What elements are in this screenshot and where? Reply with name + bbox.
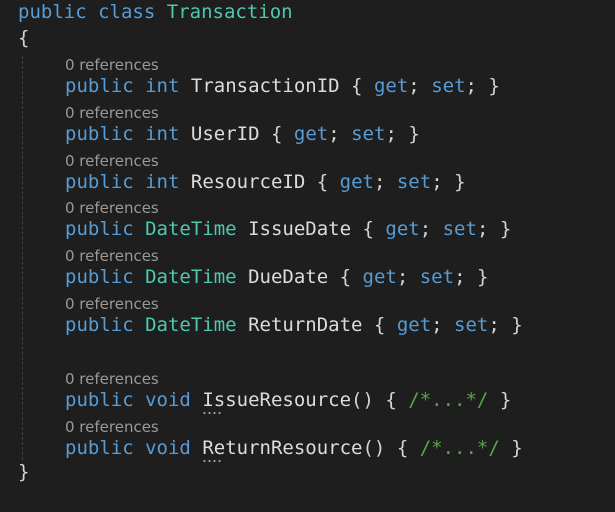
method-modifier: public (65, 437, 134, 459)
property-type: DateTime (145, 314, 237, 336)
property-type: int (145, 123, 180, 145)
property-modifier: public (65, 218, 134, 240)
property-line-resourceid[interactable]: public int ResourceID { get; set; } (65, 170, 466, 194)
class-open-brace: { (18, 27, 30, 49)
keyword-class: class (98, 1, 156, 23)
collapsed-body-comment[interactable]: /*...*/ (408, 389, 488, 411)
property-name[interactable]: IssueDate (248, 218, 351, 240)
codelens-references[interactable]: 0 references (65, 295, 159, 313)
property-name[interactable]: TransactionID (191, 75, 340, 97)
property-type: int (145, 171, 180, 193)
method-params: () (351, 389, 374, 411)
property-type: DateTime (145, 266, 237, 288)
property-line-transactionid[interactable]: public int TransactionID { get; set; } (65, 74, 500, 98)
property-name[interactable]: ResourceID (191, 171, 305, 193)
suggestion-dots-indicator[interactable] (202, 459, 223, 463)
method-modifier: public (65, 389, 134, 411)
method-name[interactable]: ReturnResource (202, 437, 362, 463)
codelens-references[interactable]: 0 references (65, 370, 159, 388)
getter-keyword: get (385, 218, 420, 240)
property-line-issuedate[interactable]: public DateTime IssueDate { get; set; } (65, 217, 511, 241)
class-close-brace: } (18, 461, 30, 483)
codelens-references[interactable]: 0 references (65, 104, 159, 122)
codelens-references[interactable]: 0 references (65, 247, 159, 265)
property-line-userid[interactable]: public int UserID { get; set; } (65, 122, 420, 146)
property-line-duedate[interactable]: public DateTime DueDate { get; set; } (65, 265, 488, 289)
setter-keyword: set (431, 75, 466, 97)
getter-keyword: get (396, 314, 432, 336)
code-editor[interactable]: public class Transaction { 0 references … (0, 0, 615, 512)
method-line-returnresource[interactable]: public void ReturnResource() { /*...*/ } (65, 436, 523, 463)
property-modifier: public (65, 266, 134, 288)
property-name[interactable]: ReturnDate (248, 314, 362, 336)
suggestion-dots-indicator[interactable] (202, 411, 223, 415)
property-modifier: public (65, 171, 134, 193)
setter-keyword: set (396, 171, 432, 193)
property-modifier: public (65, 123, 134, 145)
property-name[interactable]: UserID (191, 123, 260, 145)
property-modifier: public (65, 75, 134, 97)
getter-keyword: get (362, 266, 397, 288)
property-type: DateTime (145, 218, 237, 240)
method-name[interactable]: IssueResource (202, 389, 351, 415)
indent-guide (22, 56, 23, 460)
setter-keyword: set (442, 218, 477, 240)
method-params: () (362, 437, 386, 459)
codelens-references[interactable]: 0 references (65, 199, 159, 217)
property-name[interactable]: DueDate (248, 266, 328, 288)
method-line-issueresource[interactable]: public void IssueResource() { /*...*/ } (65, 388, 511, 415)
codelens-references[interactable]: 0 references (65, 152, 159, 170)
codelens-references[interactable]: 0 references (65, 56, 159, 74)
property-type: int (145, 75, 180, 97)
getter-keyword: get (339, 171, 374, 193)
getter-keyword: get (373, 75, 409, 97)
setter-keyword: set (419, 266, 455, 288)
method-return-type: void (145, 389, 191, 411)
method-return-type: void (145, 437, 191, 459)
setter-keyword: set (351, 123, 386, 145)
codelens-references[interactable]: 0 references (65, 418, 159, 436)
property-line-returndate[interactable]: public DateTime ReturnDate { get; set; } (65, 313, 523, 337)
keyword-public: public (18, 1, 87, 23)
class-declaration-line[interactable]: public class Transaction (18, 0, 293, 24)
property-modifier: public (65, 314, 134, 336)
collapsed-body-comment[interactable]: /*...*/ (420, 437, 500, 459)
getter-keyword: get (293, 123, 329, 145)
class-name[interactable]: Transaction (167, 1, 293, 23)
setter-keyword: set (454, 314, 489, 336)
